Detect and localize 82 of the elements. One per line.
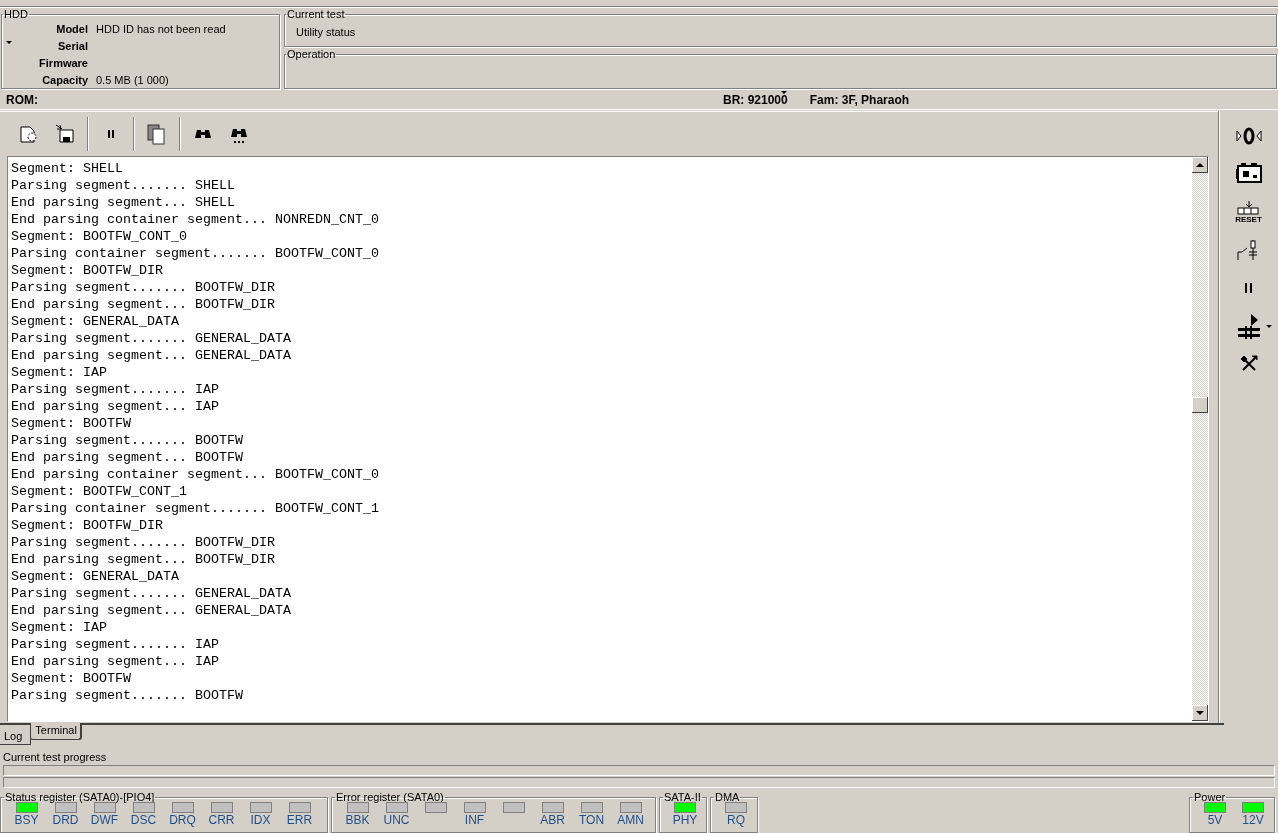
log-line: Parsing segment....... BOOTFW bbox=[11, 432, 244, 449]
log-line: Segment: BOOTFW_DIR bbox=[11, 262, 164, 279]
field-label: Capacity bbox=[41, 74, 88, 87]
log-line: End parsing segment... BOOTFW bbox=[11, 449, 244, 466]
indicator-label: ABR bbox=[540, 814, 565, 827]
log-line: Segment: GENERAL_DATA bbox=[11, 568, 180, 585]
indicator-label: BSY bbox=[14, 814, 39, 827]
indicator-label: INF bbox=[464, 814, 485, 827]
indicator-label: CRR bbox=[208, 814, 235, 827]
log-line: Segment: BOOTFW bbox=[11, 670, 132, 687]
log-line: Parsing segment....... GENERAL_DATA bbox=[11, 585, 292, 602]
indicator-label: UNC bbox=[383, 814, 410, 827]
log-line: Segment: GENERAL_DATA bbox=[11, 313, 180, 330]
family-label: Fam: 3F, Pharaoh bbox=[809, 93, 910, 107]
log-line: Parsing container segment....... BOOTFW_CONT_1 bbox=[11, 500, 380, 517]
group-title: Power bbox=[1193, 792, 1227, 803]
cable-icon[interactable] bbox=[1237, 313, 1261, 339]
field-value: 0.5 MB (1 000) bbox=[96, 74, 170, 87]
log-line: Parsing segment....... SHELL bbox=[11, 177, 236, 194]
indicator-label: IDX bbox=[250, 814, 271, 827]
field-label: Model bbox=[55, 23, 88, 36]
group-title: DMA bbox=[714, 792, 741, 803]
caret-icon[interactable] bbox=[1266, 324, 1272, 328]
caret-icon[interactable] bbox=[781, 91, 787, 94]
log-line: Segment: BOOTFW_CONT_1 bbox=[11, 483, 188, 500]
log-line: Parsing segment....... BOOTFW_DIR bbox=[11, 279, 276, 296]
indicator-label: RQ bbox=[727, 814, 745, 827]
log-line: Parsing container segment....... BOOTFW_CONT_0 bbox=[11, 245, 380, 262]
pause-icon[interactable] bbox=[1242, 282, 1255, 294]
caret-icon[interactable] bbox=[6, 41, 12, 44]
field-label: Firmware bbox=[38, 57, 88, 70]
log-line: Parsing segment....... GENERAL_DATA bbox=[11, 330, 292, 347]
log-line: Segment: SHELL bbox=[11, 160, 124, 177]
tools-icon[interactable] bbox=[1239, 355, 1258, 373]
floppy-disk-icon[interactable] bbox=[54, 123, 76, 145]
tab[interactable]: Terminal bbox=[30, 723, 81, 740]
log-line: Parsing segment....... IAP bbox=[11, 381, 220, 398]
rom-label: ROM: bbox=[6, 93, 38, 107]
baud-rate: BR: 921000 bbox=[723, 93, 788, 107]
group-title: Status register (SATA0)-[PIO4] bbox=[4, 792, 156, 803]
log-line: Segment: IAP bbox=[11, 619, 108, 636]
log-line: End parsing segment... BOOTFW_DIR bbox=[11, 296, 276, 313]
log-line: End parsing segment... GENERAL_DATA bbox=[11, 602, 292, 619]
group-title: HDD bbox=[3, 9, 29, 20]
indicator-label: DSC bbox=[130, 814, 157, 827]
indicator-label: DRQ bbox=[169, 814, 196, 827]
field-label: Serial bbox=[57, 40, 88, 53]
scrollbar[interactable] bbox=[1192, 157, 1208, 721]
indicator-label: DRD bbox=[52, 814, 79, 827]
log-line: End parsing segment... IAP bbox=[11, 653, 220, 670]
group-title: Operation bbox=[286, 49, 337, 60]
indicator-label: PHY bbox=[672, 814, 698, 827]
test-status: Utility status bbox=[296, 26, 357, 38]
log-line: Segment: IAP bbox=[11, 364, 108, 381]
indicator-label: TON bbox=[578, 814, 605, 827]
log-line: End parsing segment... GENERAL_DATA bbox=[11, 347, 292, 364]
zero-arrows-icon[interactable] bbox=[1235, 127, 1262, 145]
log-line: Parsing segment....... BOOTFW bbox=[11, 687, 244, 704]
log-line: End parsing segment... SHELL bbox=[11, 194, 236, 211]
group-title: Current test bbox=[286, 9, 346, 20]
log-line: Segment: BOOTFW bbox=[11, 415, 132, 432]
circuit-board-icon[interactable] bbox=[1234, 163, 1263, 185]
indicator-label: 12V bbox=[1242, 814, 1264, 827]
indicator-label: 5V bbox=[1207, 814, 1223, 827]
indicator-label: DWF bbox=[90, 814, 119, 827]
log-line: Parsing segment....... BOOTFW_DIR bbox=[11, 534, 276, 551]
log-line: Segment: BOOTFW_CONT_0 bbox=[11, 228, 188, 245]
log-line: End parsing container segment... BOOTFW_CONT_0 bbox=[11, 466, 380, 483]
field-value: HDD ID has not been read bbox=[96, 23, 227, 36]
log-line: End parsing container segment... NONREDN_CNT_0 bbox=[11, 211, 380, 228]
indicator-label: ERR bbox=[286, 814, 313, 827]
progress-label: Current test progress bbox=[3, 751, 108, 764]
log-line: End parsing segment... BOOTFW_DIR bbox=[11, 551, 276, 568]
page-gear-icon[interactable] bbox=[18, 123, 40, 145]
log-line: End parsing segment... IAP bbox=[11, 398, 220, 415]
copy-icon[interactable] bbox=[146, 123, 168, 145]
indicator-label: AMN bbox=[617, 814, 644, 827]
log-line: Parsing segment....... IAP bbox=[11, 636, 220, 653]
log-line: Segment: BOOTFW_DIR bbox=[11, 517, 164, 534]
indicator-label: BBK bbox=[345, 814, 370, 827]
group-title: Error register (SATA0) bbox=[335, 792, 445, 803]
group-title: SATA-II bbox=[663, 792, 702, 803]
